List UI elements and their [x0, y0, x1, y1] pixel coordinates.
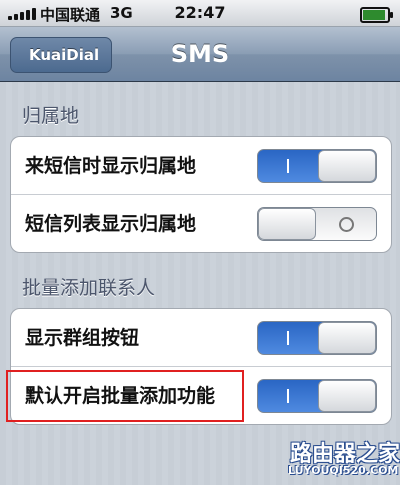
setting-label: 显示群组按钮 [25, 327, 140, 349]
setting-row-show-group-button: 显示群组按钮 [11, 309, 391, 367]
switch-on-mark-icon [258, 150, 317, 182]
toggle-switch[interactable] [257, 321, 377, 355]
switch-knob[interactable] [318, 380, 376, 412]
switch-knob[interactable] [318, 322, 376, 354]
section-header-batch-add: 批量添加联系人 [22, 277, 156, 299]
clock: 22:47 [174, 3, 226, 22]
watermark-url: LUYOUQI520.COM [288, 464, 399, 477]
setting-row-incoming-sms-location: 来短信时显示归属地 [11, 137, 391, 195]
battery-icon [360, 7, 393, 23]
switch-on-mark-icon [258, 380, 317, 412]
section-header-location: 归属地 [22, 105, 80, 127]
toggle-switch[interactable] [257, 149, 377, 183]
page-title: SMS [170, 40, 230, 68]
setting-label: 来短信时显示归属地 [25, 155, 197, 177]
navigation-bar: KuaiDial SMS [0, 27, 400, 82]
switch-on-mark-icon [258, 322, 317, 354]
setting-label: 短信列表显示归属地 [25, 213, 197, 235]
toggle-switch[interactable] [257, 207, 377, 241]
switch-knob[interactable] [318, 150, 376, 182]
highlight-box [6, 370, 244, 422]
switch-off-mark-icon [317, 208, 376, 240]
switch-knob[interactable] [258, 208, 316, 240]
toggle-switch[interactable] [257, 379, 377, 413]
settings-group-location: 来短信时显示归属地 短信列表显示归属地 [10, 136, 392, 253]
status-bar: 中国联通 3G 22:47 [0, 0, 400, 27]
setting-row-sms-list-location: 短信列表显示归属地 [11, 195, 391, 252]
